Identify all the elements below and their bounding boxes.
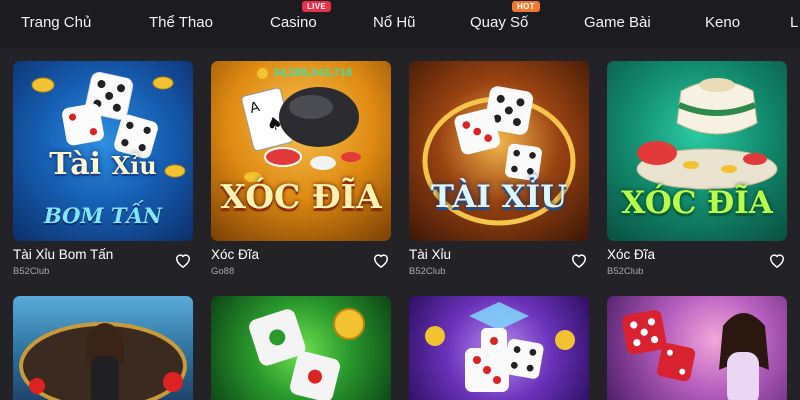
nav-item-keno[interactable]: Keno: [705, 14, 740, 31]
dice-icon: [622, 310, 769, 400]
nav-item-quay-so[interactable]: Quay Số HOT: [470, 1, 540, 31]
card-title[interactable]: Xóc Đĩa: [607, 247, 655, 262]
heart-outline-icon[interactable]: [569, 250, 589, 270]
jackpot-amount: 34,285,043,718: [273, 67, 353, 79]
heart-outline-icon[interactable]: [371, 250, 391, 270]
logo-line-1: Tài: [49, 147, 102, 182]
card-provider: B52Club: [607, 266, 644, 277]
logo-line-3: BOM TẤN: [43, 203, 163, 228]
nav-item-casino-label: Casino: [270, 14, 317, 31]
coin-icon: [257, 68, 268, 79]
game-thumbnail[interactable]: [607, 296, 787, 400]
dealer-image: [19, 322, 187, 400]
game-logo-text: Tài Xỉu: [13, 147, 193, 182]
game-card: [607, 296, 787, 400]
card-provider: B52Club: [409, 266, 446, 277]
nav-item-no-hu[interactable]: Nổ Hũ: [373, 14, 416, 31]
game-card: [409, 296, 589, 400]
game-thumbnail[interactable]: [13, 296, 193, 400]
card-provider: B52Club: [13, 266, 50, 277]
heart-outline-icon[interactable]: [173, 250, 193, 270]
game-thumbnail[interactable]: XÓC ĐĨA: [607, 61, 787, 241]
nav-item-casino[interactable]: Casino LIVE: [270, 1, 331, 31]
dice-icon: [425, 302, 575, 392]
game-logo-text: TÀI XỈU: [430, 179, 568, 215]
game-card: Tài Xỉu BOM TẤN Tài Xỉu Bom Tấn B52Club: [13, 61, 193, 277]
game-card: TÀI XỈU Tài Xỉu B52Club: [409, 61, 589, 277]
heart-outline-icon[interactable]: [767, 250, 787, 270]
game-card: XÓC ĐĨA Xóc Đĩa B52Club: [607, 61, 787, 277]
game-thumbnail[interactable]: [211, 296, 391, 400]
game-thumbnail[interactable]: TÀI XỈU: [409, 61, 589, 241]
game-thumbnail[interactable]: 34,285,043,718 A ♠ XÓC ĐĨA: [211, 61, 391, 241]
logo-line-2: Xỉu: [111, 151, 157, 180]
nav-item-the-thao[interactable]: Thể Thao: [149, 14, 213, 31]
top-nav: Trang Chủ Thể Thao Casino LIVE Nổ Hũ Qua…: [0, 0, 800, 48]
game-card: 34,285,043,718 A ♠ XÓC ĐĨA Xóc Đĩa Go88: [211, 61, 391, 277]
game-card: [13, 296, 193, 400]
game-thumbnail[interactable]: [409, 296, 589, 400]
card-provider: Go88: [211, 266, 235, 277]
nav-item-trang-chu[interactable]: Trang Chủ: [21, 14, 91, 31]
card-title[interactable]: Xóc Đĩa: [211, 247, 259, 262]
dice-icon: [249, 308, 365, 400]
card-title[interactable]: Tài Xỉu: [409, 247, 451, 262]
hot-badge: HOT: [512, 1, 540, 12]
game-logo-text: XÓC ĐĨA: [220, 177, 382, 216]
game-thumbnail[interactable]: Tài Xỉu BOM TẤN: [13, 61, 193, 241]
nav-item-game-bai[interactable]: Game Bài: [584, 14, 651, 31]
game-logo-text: XÓC ĐĨA: [621, 185, 773, 221]
nav-item-more[interactable]: L: [790, 14, 798, 31]
game-card: [211, 296, 391, 400]
card-title[interactable]: Tài Xỉu Bom Tấn: [13, 247, 113, 262]
nav-item-quay-so-label: Quay Số: [470, 14, 529, 31]
live-badge: LIVE: [302, 1, 331, 12]
